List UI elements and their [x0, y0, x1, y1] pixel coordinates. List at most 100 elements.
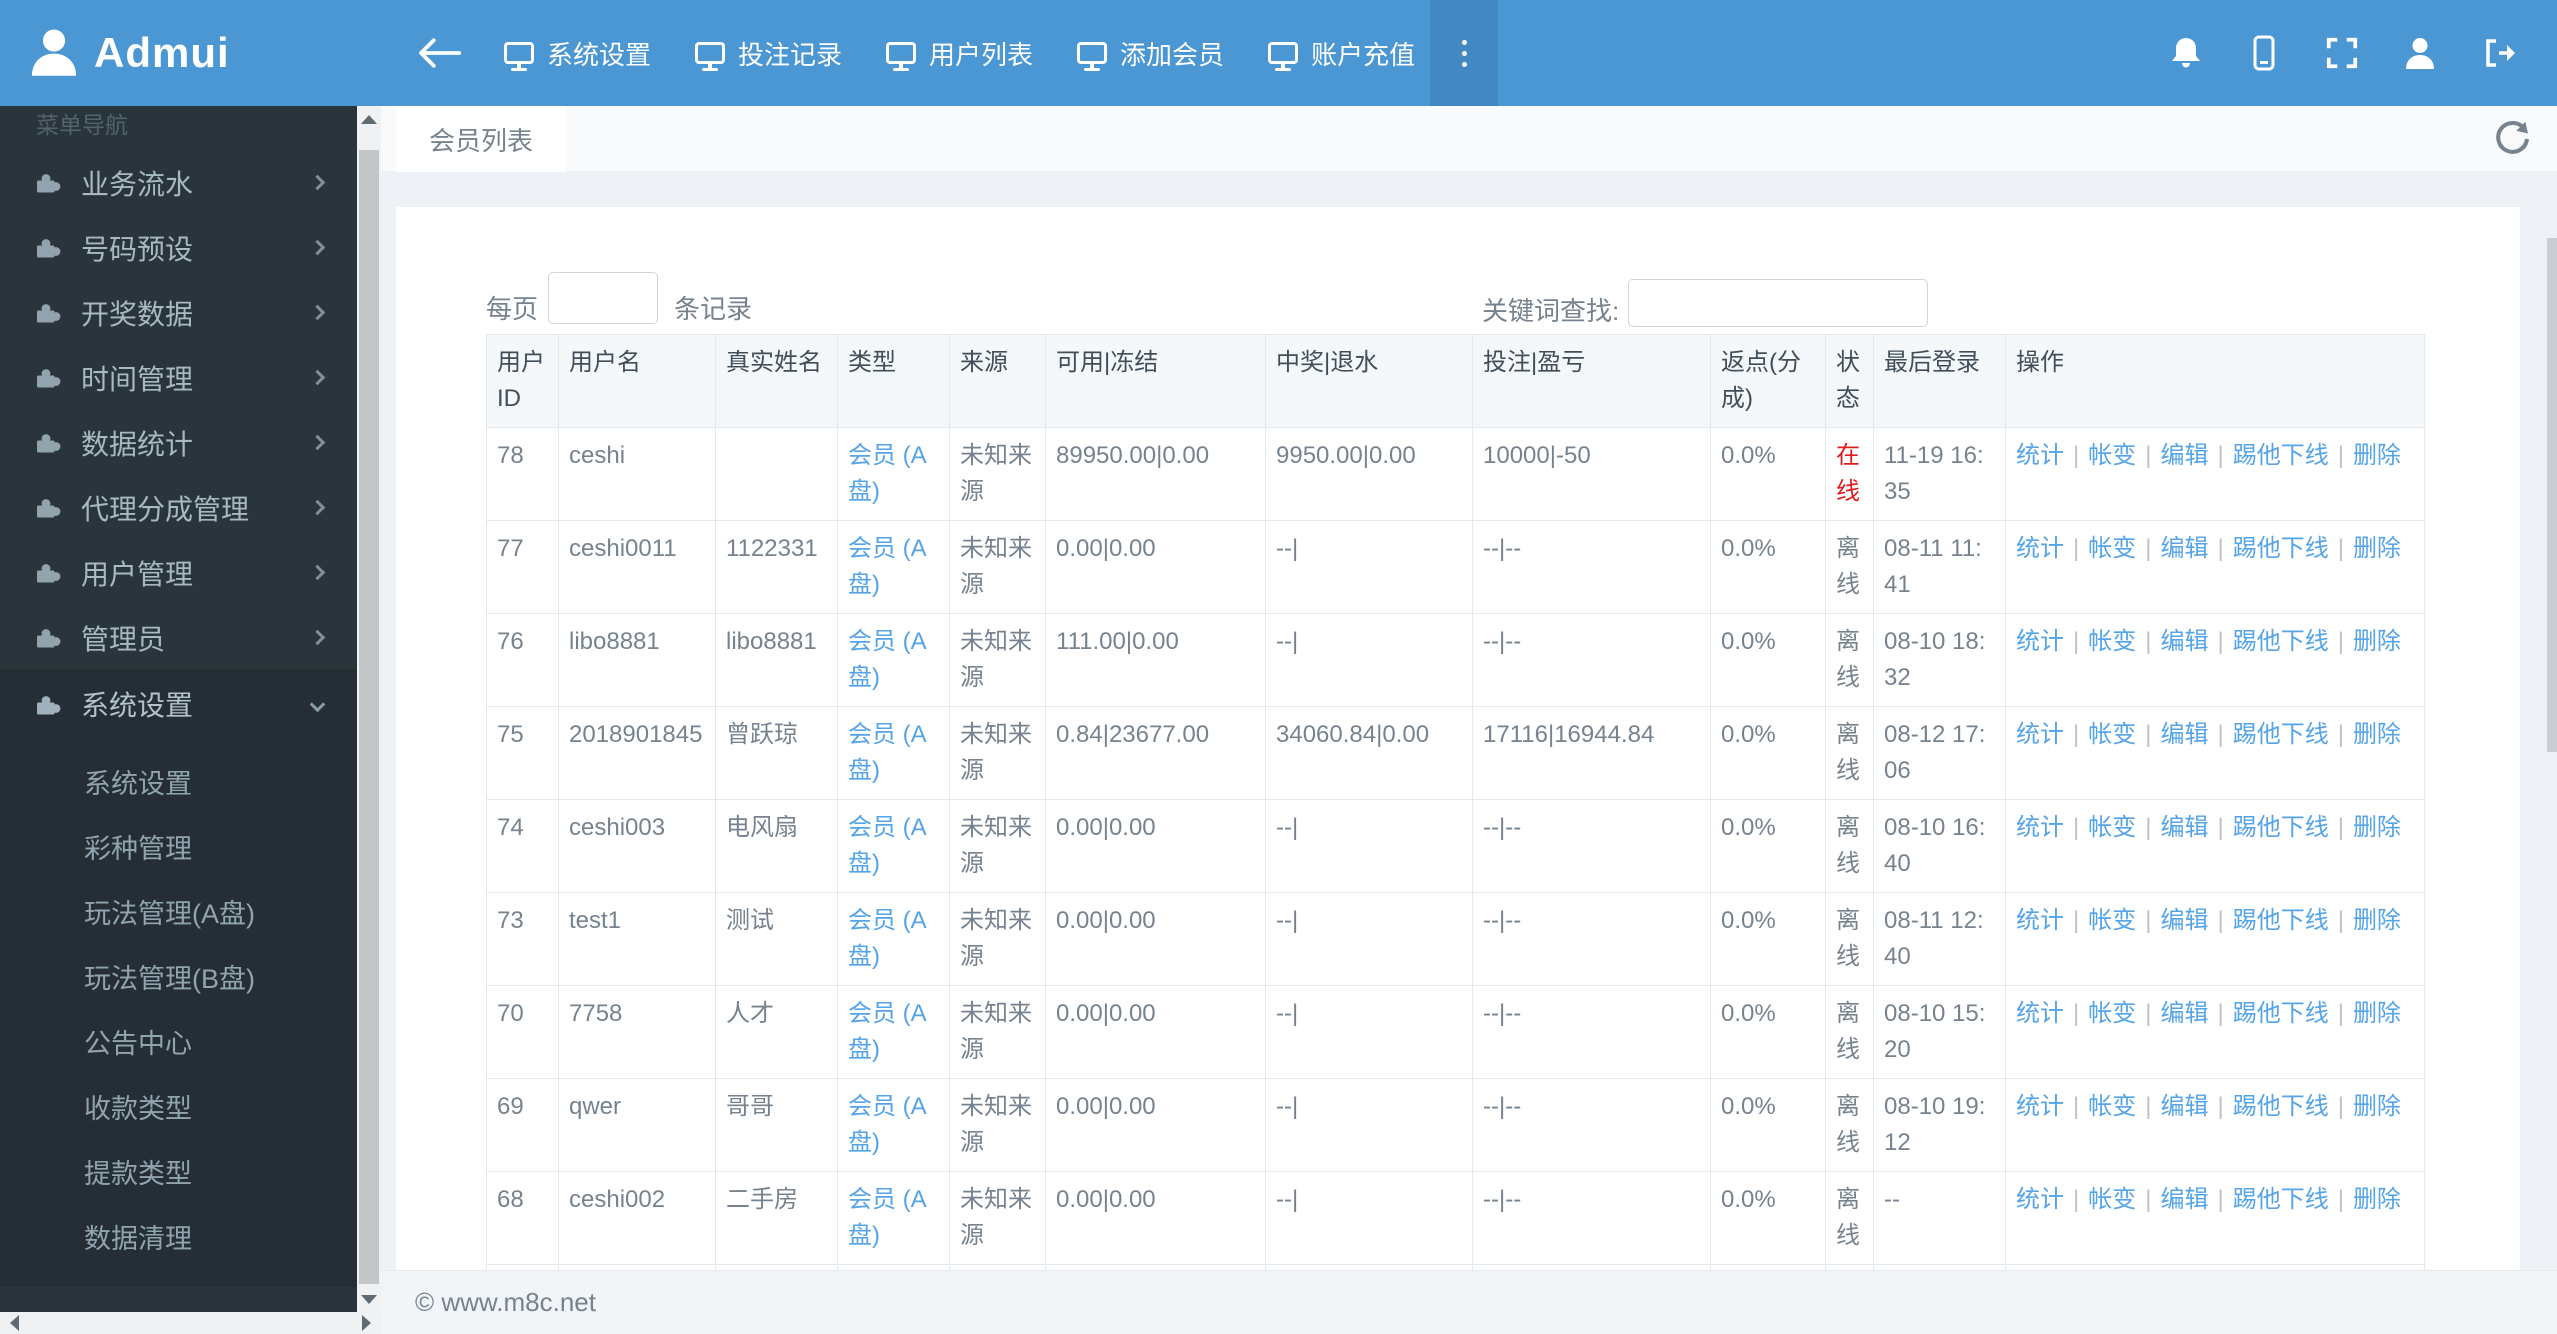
action-edit-link[interactable]: 编辑	[2160, 628, 2208, 655]
sidebar-submenu-item[interactable]: 玩法管理(A盘)	[0, 879, 357, 944]
scroll-left-button[interactable]	[10, 1315, 19, 1331]
action-stats-link[interactable]: 统计	[2016, 721, 2064, 748]
action-delete-link[interactable]: 删除	[2353, 628, 2401, 655]
action-kick-offline-link[interactable]: 踢他下线	[2233, 1186, 2329, 1213]
vertical-scrollbar-thumb[interactable]	[359, 150, 379, 1284]
nav-menu-item[interactable]: 系统设置	[482, 0, 673, 106]
action-account-change-link[interactable]: 帐变	[2088, 1186, 2136, 1213]
action-account-change-link[interactable]: 帐变	[2088, 442, 2136, 469]
action-delete-link[interactable]: 删除	[2353, 721, 2401, 748]
action-stats-link[interactable]: 统计	[2016, 628, 2064, 655]
member-type-link[interactable]: 会员 (A盘)	[848, 721, 927, 784]
keyword-search-input[interactable]	[1628, 279, 1928, 327]
member-type-link[interactable]: 会员 (A盘)	[848, 1093, 927, 1156]
member-type-link[interactable]: 会员 (A盘)	[848, 1000, 927, 1063]
action-stats-link[interactable]: 统计	[2016, 442, 2064, 469]
scroll-down-button[interactable]	[357, 1286, 381, 1312]
sidebar-menu-item-active[interactable]: 系统设置	[0, 671, 357, 737]
sidebar-menu-item[interactable]: 管理员	[0, 605, 357, 670]
cell-realname: 二手房	[715, 1171, 838, 1265]
action-edit-link[interactable]: 编辑	[2160, 814, 2208, 841]
sidebar-menu-item[interactable]: 用户管理	[0, 540, 357, 605]
action-stats-link[interactable]: 统计	[2016, 814, 2064, 841]
sidebar-menu-item[interactable]: 时间管理	[0, 345, 357, 410]
member-type-link[interactable]: 会员 (A盘)	[848, 628, 927, 691]
action-account-change-link[interactable]: 帐变	[2088, 907, 2136, 934]
action-kick-offline-link[interactable]: 踢他下线	[2233, 721, 2329, 748]
sidebar-submenu-item[interactable]: 公告中心	[0, 1009, 357, 1074]
cell-type: 会员 (A盘)	[837, 706, 950, 800]
action-edit-link[interactable]: 编辑	[2160, 442, 2208, 469]
sidebar-menu-item-label: 业务流水	[81, 168, 194, 200]
action-delete-link[interactable]: 删除	[2353, 442, 2401, 469]
action-kick-offline-link[interactable]: 踢他下线	[2233, 535, 2329, 562]
action-edit-link[interactable]: 编辑	[2160, 535, 2208, 562]
action-kick-offline-link[interactable]: 踢他下线	[2233, 1093, 2329, 1120]
brand[interactable]: Admui	[28, 0, 230, 106]
cell-status: 离线	[1825, 985, 1874, 1079]
member-type-link[interactable]: 会员 (A盘)	[848, 535, 927, 598]
action-edit-link[interactable]: 编辑	[2160, 721, 2208, 748]
sidebar-submenu-item[interactable]: 玩法管理(B盘)	[0, 944, 357, 1009]
more-menu-button[interactable]	[1430, 0, 1498, 106]
action-delete-link[interactable]: 删除	[2353, 1000, 2401, 1027]
sidebar-submenu-item[interactable]: 提款类型	[0, 1139, 357, 1204]
action-account-change-link[interactable]: 帐变	[2088, 535, 2136, 562]
sidebar-menu-item[interactable]: 开奖数据	[0, 280, 357, 345]
action-account-change-link[interactable]: 帐变	[2088, 814, 2136, 841]
action-delete-link[interactable]: 删除	[2353, 907, 2401, 934]
action-account-change-link[interactable]: 帐变	[2088, 1000, 2136, 1027]
member-type-link[interactable]: 会员 (A盘)	[848, 1186, 927, 1249]
nav-menu-item[interactable]: 用户列表	[864, 0, 1055, 106]
action-account-change-link[interactable]: 帐变	[2088, 721, 2136, 748]
sidebar-submenu-item[interactable]: 收款类型	[0, 1074, 357, 1139]
main-vertical-scrollbar-thumb[interactable]	[2547, 238, 2557, 752]
action-delete-link[interactable]: 删除	[2353, 1093, 2401, 1120]
sidebar-submenu-item[interactable]: 数据清理	[0, 1204, 357, 1269]
action-delete-link[interactable]: 删除	[2353, 535, 2401, 562]
action-edit-link[interactable]: 编辑	[2160, 1000, 2208, 1027]
action-delete-link[interactable]: 删除	[2353, 1186, 2401, 1213]
sidebar-menu-item[interactable]: 号码预设	[0, 215, 357, 280]
action-account-change-link[interactable]: 帐变	[2088, 1093, 2136, 1120]
action-delete-link[interactable]: 删除	[2353, 814, 2401, 841]
nav-menu-item[interactable]: 账户充值	[1246, 0, 1437, 106]
member-type-link[interactable]: 会员 (A盘)	[848, 814, 927, 877]
action-account-change-link[interactable]: 帐变	[2088, 628, 2136, 655]
action-kick-offline-link[interactable]: 踢他下线	[2233, 814, 2329, 841]
logout-icon[interactable]	[2459, 0, 2537, 106]
action-stats-link[interactable]: 统计	[2016, 1186, 2064, 1213]
sidebar-vertical-scrollbar[interactable]	[357, 106, 381, 1312]
sidebar-menu-item[interactable]: 业务流水	[0, 150, 357, 215]
action-kick-offline-link[interactable]: 踢他下线	[2233, 1000, 2329, 1027]
nav-menu-item[interactable]: 投注记录	[673, 0, 864, 106]
action-stats-link[interactable]: 统计	[2016, 907, 2064, 934]
scroll-right-button[interactable]	[362, 1315, 371, 1331]
action-kick-offline-link[interactable]: 踢他下线	[2233, 907, 2329, 934]
nav-menu-item[interactable]: 添加会员	[1055, 0, 1246, 106]
member-type-link[interactable]: 会员 (A盘)	[848, 442, 927, 505]
action-stats-link[interactable]: 统计	[2016, 1093, 2064, 1120]
refresh-icon[interactable]	[2491, 118, 2533, 160]
sidebar-menu-item[interactable]: 数据统计	[0, 410, 357, 475]
per-page-input[interactable]	[548, 272, 658, 324]
user-icon[interactable]	[2381, 0, 2459, 106]
action-edit-link[interactable]: 编辑	[2160, 907, 2208, 934]
action-stats-link[interactable]: 统计	[2016, 535, 2064, 562]
sidebar-submenu-item[interactable]: 系统设置	[0, 749, 357, 814]
sidebar-horizontal-scrollbar[interactable]	[0, 1312, 381, 1334]
action-edit-link[interactable]: 编辑	[2160, 1186, 2208, 1213]
sidebar-submenu-item[interactable]: 彩种管理	[0, 814, 357, 879]
mobile-icon[interactable]	[2225, 0, 2303, 106]
action-kick-offline-link[interactable]: 踢他下线	[2233, 628, 2329, 655]
scroll-up-button[interactable]	[357, 106, 381, 132]
fullscreen-icon[interactable]	[2303, 0, 2381, 106]
bell-icon[interactable]	[2147, 0, 2225, 106]
action-kick-offline-link[interactable]: 踢他下线	[2233, 442, 2329, 469]
action-stats-link[interactable]: 统计	[2016, 1000, 2064, 1027]
tab-member-list[interactable]: 会员列表	[396, 106, 566, 172]
back-arrow-icon[interactable]	[400, 0, 476, 106]
sidebar-menu-item[interactable]: 代理分成管理	[0, 475, 357, 540]
member-type-link[interactable]: 会员 (A盘)	[848, 907, 927, 970]
action-edit-link[interactable]: 编辑	[2160, 1093, 2208, 1120]
